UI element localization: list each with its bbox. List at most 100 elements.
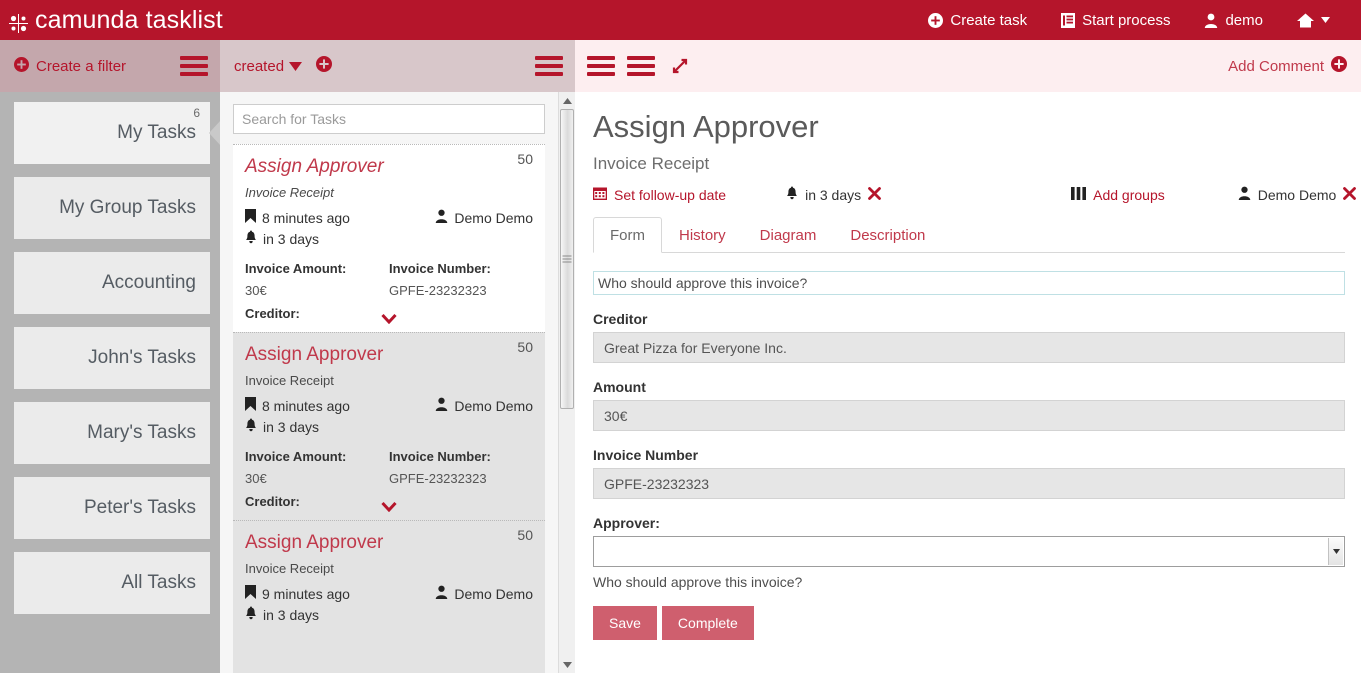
task-variable: Invoice Amount: 30€ Creditor: bbox=[245, 261, 389, 321]
create-filter-button[interactable]: Create a filter bbox=[14, 56, 126, 76]
navbar-actions: Create task Start process demo bbox=[911, 0, 1361, 40]
task-card[interactable]: 50 Assign Approver Invoice Receipt 8 min… bbox=[233, 332, 545, 520]
chevron-down-icon bbox=[1321, 17, 1330, 23]
form-description-field[interactable] bbox=[593, 271, 1345, 296]
triangle-down-icon[interactable] bbox=[559, 656, 575, 673]
scrollbar-grip-icon bbox=[562, 254, 572, 265]
task-created: 8 minutes ago bbox=[245, 397, 350, 414]
invoice-number-field[interactable]: GPFE-23232323 bbox=[593, 468, 1345, 500]
approver-help-text: Who should approve this invoice? bbox=[593, 574, 803, 591]
complete-button[interactable]: Complete bbox=[661, 606, 754, 641]
x-icon[interactable] bbox=[1343, 186, 1357, 203]
hamburger-icon[interactable] bbox=[535, 52, 563, 80]
task-variable-key: Invoice Amount: bbox=[245, 449, 347, 464]
creditor-label: Creditor bbox=[593, 311, 648, 328]
tasklist-app: camunda tasklist Create task Start proce… bbox=[0, 0, 1361, 673]
task-form: Creditor Great Pizza for Everyone Inc. A… bbox=[593, 253, 1345, 641]
add-comment-label: Add Comment bbox=[1228, 57, 1324, 75]
user-icon bbox=[435, 209, 448, 226]
sort-by-label: created bbox=[234, 57, 285, 75]
approver-select[interactable] bbox=[593, 536, 1345, 568]
task-variable: Invoice Number: GPFE-23232323 bbox=[389, 261, 533, 321]
scrollbar-thumb[interactable] bbox=[560, 109, 574, 409]
user-menu-button[interactable]: demo bbox=[1187, 0, 1280, 40]
task-created: 9 minutes ago bbox=[245, 585, 350, 602]
caret-down-icon[interactable] bbox=[1328, 538, 1343, 566]
task-priority: 50 bbox=[517, 151, 533, 167]
plus-circle-icon bbox=[928, 12, 944, 28]
sort-by-button[interactable]: created bbox=[234, 57, 303, 75]
task-assignee: Demo Demo bbox=[435, 209, 533, 226]
tab-diagram[interactable]: Diagram bbox=[743, 217, 834, 253]
x-icon[interactable] bbox=[868, 186, 882, 203]
sidebar-item-johns-tasks[interactable]: John's Tasks bbox=[14, 327, 210, 389]
main-body: Create a filter 6 My Tasks My Group Task… bbox=[0, 40, 1361, 673]
plus-circle-icon bbox=[14, 56, 29, 76]
tab-form[interactable]: Form bbox=[593, 217, 662, 254]
task-created-label: 8 minutes ago bbox=[262, 397, 350, 414]
amount-field[interactable]: 30€ bbox=[593, 400, 1345, 432]
task-created-label: 9 minutes ago bbox=[262, 585, 350, 602]
amount-label: Amount bbox=[593, 379, 646, 396]
task-due-label: in 3 days bbox=[263, 606, 320, 623]
add-groups-button[interactable]: Add groups bbox=[1071, 186, 1165, 203]
sidebar-item-my-group-tasks[interactable]: My Group Tasks bbox=[14, 177, 210, 239]
task-process-name: Invoice Receipt bbox=[245, 185, 334, 200]
create-task-label: Create task bbox=[950, 11, 1028, 29]
task-variable: Invoice Amount: 30€ Creditor: bbox=[245, 449, 389, 509]
sidebar-item-my-tasks[interactable]: 6 My Tasks bbox=[14, 102, 210, 164]
due-date-display[interactable]: in 3 days bbox=[786, 186, 882, 203]
plus-circle-icon bbox=[316, 55, 333, 77]
task-assignee: Demo Demo bbox=[435, 585, 533, 602]
tab-description[interactable]: Description bbox=[833, 217, 942, 253]
sidebar-item-peters-tasks[interactable]: Peter's Tasks bbox=[14, 477, 210, 539]
detail-body: Assign Approver Invoice Receipt Set foll… bbox=[575, 92, 1361, 641]
task-card[interactable]: 50 Assign Approver Invoice Receipt 9 min… bbox=[233, 520, 545, 673]
tasklist-scrollbar[interactable] bbox=[558, 92, 575, 673]
detail-tabs: Form History Diagram Description bbox=[593, 217, 1345, 254]
bell-icon bbox=[245, 230, 257, 247]
sidebar-item-accounting[interactable]: Accounting bbox=[14, 252, 210, 314]
hamburger-icon[interactable] bbox=[180, 52, 208, 80]
scrollbar-track[interactable] bbox=[559, 109, 575, 656]
sidebar-item-label: Peter's Tasks bbox=[83, 497, 196, 518]
task-name[interactable]: Assign Approver bbox=[245, 156, 533, 178]
sidebar-item-marys-tasks[interactable]: Mary's Tasks bbox=[14, 402, 210, 464]
list-document-icon bbox=[1061, 12, 1076, 28]
task-name[interactable]: Assign Approver bbox=[245, 532, 533, 554]
brand-logo[interactable]: camunda tasklist bbox=[0, 6, 223, 35]
task-name[interactable]: Assign Approver bbox=[245, 344, 533, 366]
task-assignee-label: Demo Demo bbox=[454, 585, 533, 602]
expand-diagonal-icon[interactable] bbox=[671, 57, 689, 75]
assignee-display[interactable]: Demo Demo bbox=[1238, 186, 1357, 203]
sidebar-item-all-tasks[interactable]: All Tasks bbox=[14, 552, 210, 614]
creditor-field[interactable]: Great Pizza for Everyone Inc. bbox=[593, 332, 1345, 364]
create-task-button[interactable]: Create task bbox=[911, 0, 1044, 40]
detail-actions: Set follow-up date in 3 days Add groups … bbox=[593, 186, 1357, 203]
task-card[interactable]: 50 Assign Approver Invoice Receipt 8 min… bbox=[233, 144, 545, 332]
user-icon bbox=[1238, 186, 1251, 203]
task-variable-value: 30€ bbox=[245, 283, 267, 298]
add-sort-button[interactable] bbox=[316, 55, 333, 77]
chevron-down-icon[interactable] bbox=[381, 500, 397, 516]
bell-icon bbox=[245, 606, 257, 623]
task-process-name: Invoice Receipt bbox=[245, 561, 334, 576]
tab-history[interactable]: History bbox=[662, 217, 743, 253]
chevron-down-icon[interactable] bbox=[381, 312, 397, 328]
set-follow-up-date-label: Set follow-up date bbox=[614, 186, 727, 203]
task-priority: 50 bbox=[517, 339, 533, 355]
page-title: Assign Approver bbox=[593, 109, 819, 144]
detail-header-icons bbox=[575, 52, 689, 80]
set-follow-up-date-button[interactable]: Set follow-up date bbox=[593, 186, 726, 203]
save-button[interactable]: Save bbox=[593, 606, 657, 641]
hamburger-icon[interactable] bbox=[587, 52, 615, 80]
start-process-button[interactable]: Start process bbox=[1044, 0, 1187, 40]
hamburger-icon[interactable] bbox=[627, 52, 655, 80]
tasklist-panel: created Search for Tasks 50 Assign Appro… bbox=[220, 40, 575, 673]
triangle-up-icon[interactable] bbox=[559, 92, 575, 109]
plus-circle-icon bbox=[1331, 56, 1347, 76]
search-input[interactable] bbox=[233, 104, 545, 134]
user-icon bbox=[435, 397, 448, 414]
home-menu-button[interactable] bbox=[1280, 0, 1347, 40]
add-comment-button[interactable]: Add Comment bbox=[1228, 56, 1347, 76]
